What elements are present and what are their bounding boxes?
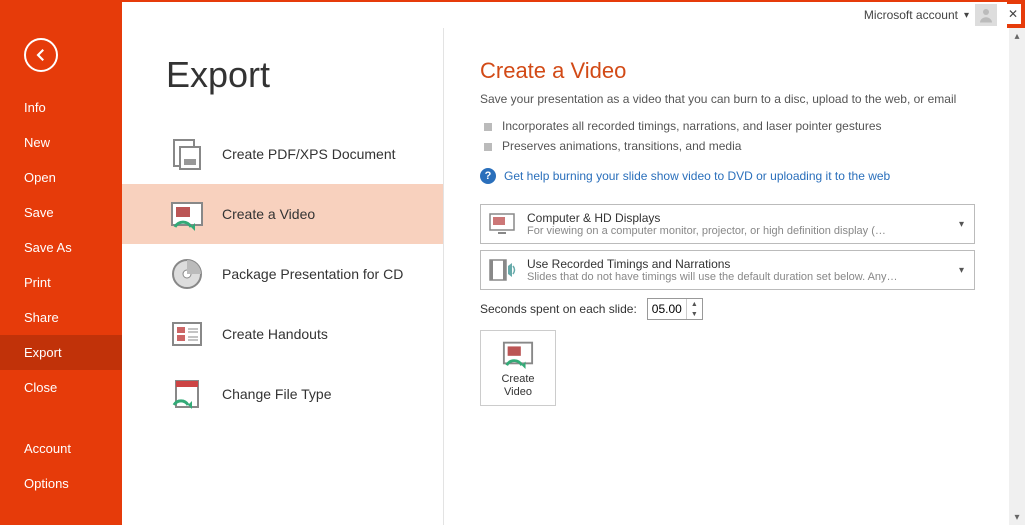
main-area: Microsoft account ▾ Export Create PDF/XP… [122,28,1025,525]
sidebar-item-export[interactable]: Export [0,335,122,370]
sidebar-item-open[interactable]: Open [0,160,122,195]
change-file-type-icon [170,377,204,411]
arrow-left-icon [32,46,50,64]
sidebar-item-new[interactable]: New [0,125,122,160]
scroll-up-icon[interactable]: ▴ [1009,28,1025,44]
bullet-list: Incorporates all recorded timings, narra… [484,116,975,156]
bullet-icon [484,143,492,151]
person-icon [977,6,995,24]
back-button[interactable] [24,38,58,72]
seconds-label: Seconds spent on each slide: [480,302,637,316]
sidebar-item-save-as[interactable]: Save As [0,230,122,265]
dropdown-title: Use Recorded Timings and Narrations [527,257,945,271]
option-label: Package Presentation for CD [222,266,403,282]
export-detail-pane: Create a Video Save your presentation as… [444,28,1009,525]
bullet-item: Incorporates all recorded timings, narra… [484,116,975,136]
spinner-down-icon[interactable]: ▼ [687,309,702,319]
cd-icon [170,257,204,291]
pdf-xps-icon [170,137,204,171]
option-label: Create Handouts [222,326,328,342]
option-label: Create a Video [222,206,315,222]
create-video-label: Create Video [501,373,534,399]
sidebar-item-account[interactable]: Account [0,431,122,466]
sidebar-item-print[interactable]: Print [0,265,122,300]
bullet-icon [484,123,492,131]
option-label: Create PDF/XPS Document [222,146,396,162]
seconds-input[interactable] [648,302,686,316]
sidebar-item-share[interactable]: Share [0,300,122,335]
close-icon[interactable]: ✕ [1005,4,1021,24]
dropdown-display-resolution[interactable]: Computer & HD Displays For viewing on a … [480,204,975,244]
handouts-icon [170,317,204,351]
account-row: Microsoft account ▾ [122,2,1007,28]
option-package-for-cd[interactable]: Package Presentation for CD [122,244,443,304]
film-audio-icon [487,255,517,285]
option-create-video[interactable]: Create a Video [122,184,443,244]
dropdown-timings-narrations[interactable]: Use Recorded Timings and Narrations Slid… [480,250,975,290]
video-icon [170,197,204,231]
help-circle-icon: ? [480,168,496,184]
vertical-scrollbar[interactable]: ▴ ▾ [1009,28,1025,525]
option-create-pdf-xps[interactable]: Create PDF/XPS Document [122,124,443,184]
option-label: Change File Type [222,386,331,402]
chevron-down-icon[interactable]: ▾ [964,10,969,21]
page-title: Export [166,54,443,96]
avatar[interactable] [975,4,997,26]
create-video-button[interactable]: Create Video [480,330,556,406]
dropdown-desc: For viewing on a computer monitor, proje… [527,225,945,237]
account-label[interactable]: Microsoft account [864,8,958,22]
sidebar-item-save[interactable]: Save [0,195,122,230]
dropdown-desc: Slides that do not have timings will use… [527,271,945,283]
spinner-up-icon[interactable]: ▲ [687,299,702,309]
help-row: ? Get help burning your slide show video… [480,168,975,184]
chevron-down-icon: ▾ [955,219,968,230]
monitor-icon [487,209,517,239]
option-create-handouts[interactable]: Create Handouts [122,304,443,364]
dropdown-title: Computer & HD Displays [527,211,945,225]
seconds-spinner[interactable]: ▲ ▼ [647,298,703,320]
seconds-row: Seconds spent on each slide: ▲ ▼ [480,298,975,320]
sidebar-item-close[interactable]: Close [0,370,122,405]
scroll-down-icon[interactable]: ▾ [1009,509,1025,525]
backstage-sidebar: Info New Open Save Save As Print Share E… [0,28,122,525]
sidebar-item-options[interactable]: Options [0,466,122,501]
help-link[interactable]: Get help burning your slide show video t… [504,169,890,183]
bullet-item: Preserves animations, transitions, and m… [484,136,975,156]
export-options-column: Export Create PDF/XPS Document Create a … [122,28,444,525]
option-change-file-type[interactable]: Change File Type [122,364,443,424]
sidebar-item-info[interactable]: Info [0,90,122,125]
chevron-down-icon: ▾ [955,265,968,276]
pane-subtitle: Save your presentation as a video that y… [480,92,975,106]
pane-title: Create a Video [480,58,975,84]
create-video-icon [502,337,534,369]
